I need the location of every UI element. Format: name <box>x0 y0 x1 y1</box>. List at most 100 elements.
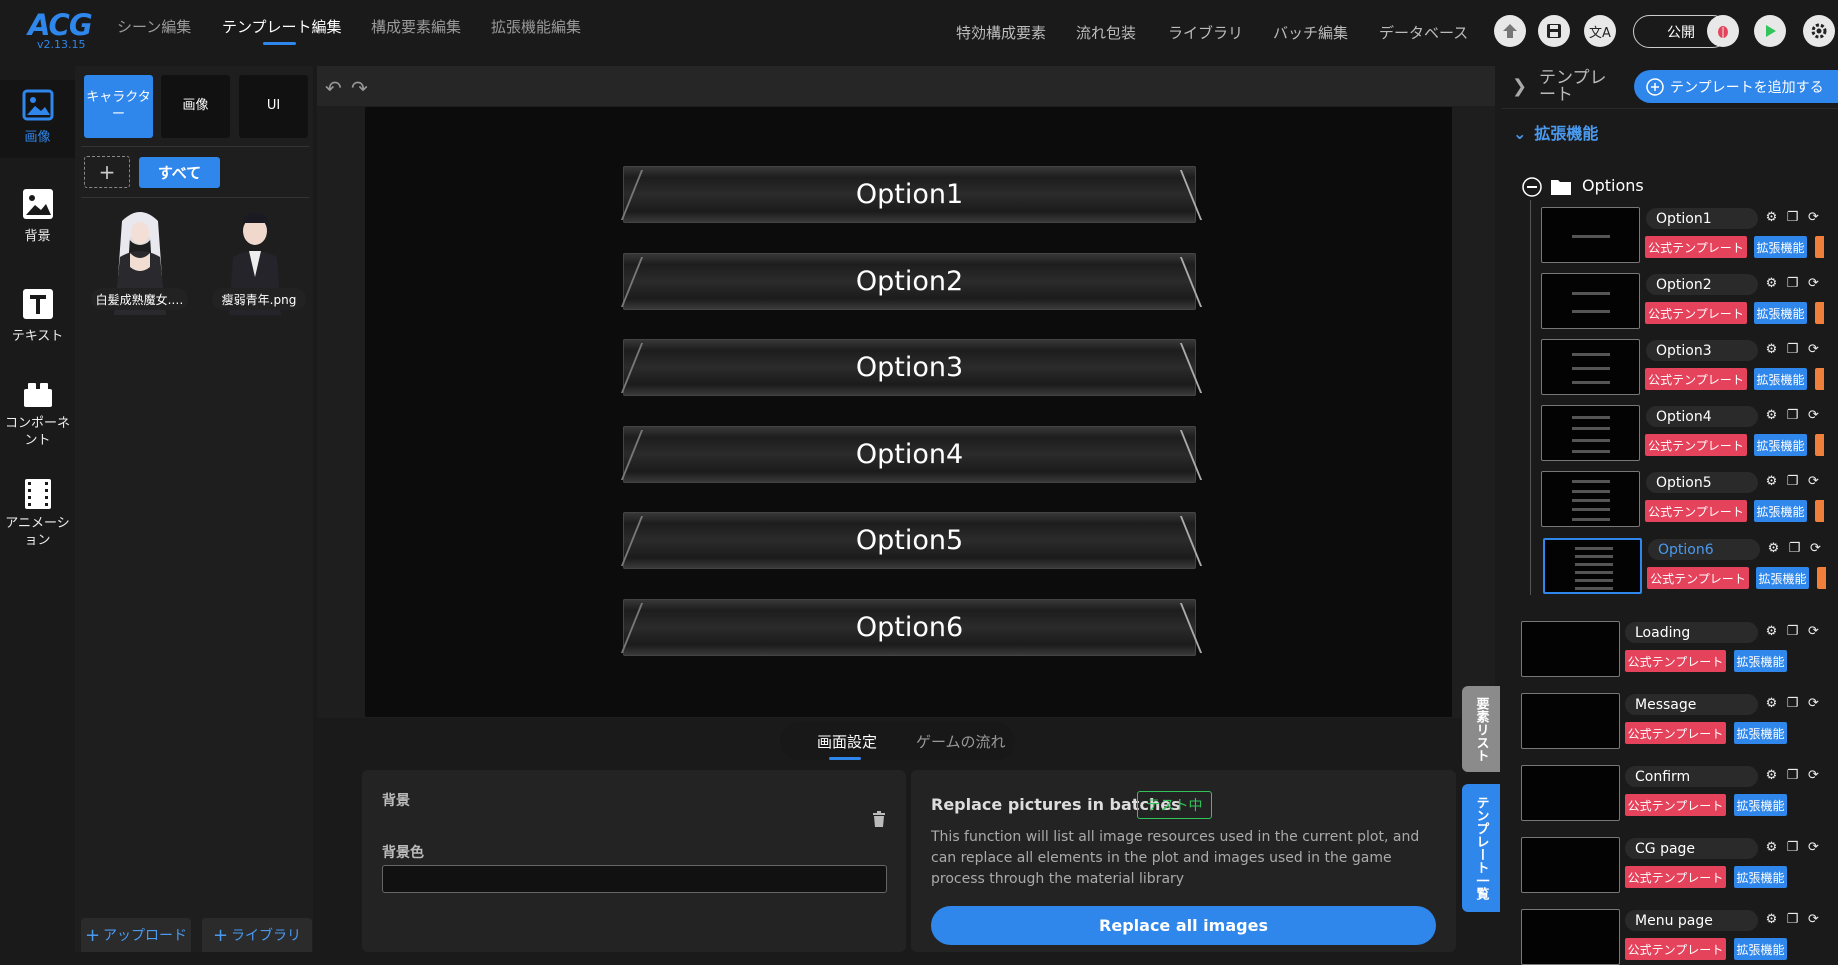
tab-screen-settings[interactable]: 画面設定 <box>817 731 877 752</box>
translate-icon[interactable]: 文A <box>1584 15 1616 47</box>
template-list-tab[interactable]: テンプレート一覧 <box>1462 784 1500 912</box>
copy-icon[interactable]: ❐ <box>1785 912 1800 927</box>
copy-icon[interactable]: ❐ <box>1787 541 1802 556</box>
gear-icon[interactable]: ⚙ <box>1764 276 1779 291</box>
template-thumb[interactable] <box>1521 621 1620 677</box>
refresh-icon[interactable]: ⟳ <box>1806 210 1821 225</box>
element-list-tab[interactable]: 要素リスト <box>1462 686 1500 772</box>
template-thumb[interactable] <box>1521 693 1620 749</box>
category-tab-character[interactable]: キャラクター <box>84 75 153 138</box>
copy-icon[interactable]: ❐ <box>1785 210 1800 225</box>
tab-component-edit[interactable]: 構成要素編集 <box>371 16 461 37</box>
rail-item-background[interactable]: 背景 <box>0 187 75 244</box>
play-icon[interactable] <box>1754 15 1786 47</box>
category-tab-image[interactable]: 画像 <box>161 75 230 138</box>
stage-option-5[interactable]: Option5 <box>620 512 1203 569</box>
template-name[interactable]: Menu page <box>1625 910 1758 931</box>
copy-icon[interactable]: ❐ <box>1785 474 1800 489</box>
template-thumb[interactable] <box>1541 339 1640 395</box>
filter-all-button[interactable]: すべて <box>139 157 220 188</box>
copy-icon[interactable]: ❐ <box>1785 840 1800 855</box>
refresh-icon[interactable]: ⟳ <box>1806 624 1821 639</box>
refresh-icon[interactable]: ⟳ <box>1806 342 1821 357</box>
refresh-icon[interactable]: ⟳ <box>1806 408 1821 423</box>
refresh-icon[interactable]: ⟳ <box>1806 696 1821 711</box>
stage-option-2[interactable]: Option2 <box>620 253 1203 310</box>
rail-item-text[interactable]: テキスト <box>0 287 75 344</box>
upload-icon[interactable] <box>1494 15 1526 47</box>
stage-option-1[interactable]: Option1 <box>620 166 1203 223</box>
template-thumb[interactable] <box>1541 405 1640 461</box>
copy-icon[interactable]: ❐ <box>1785 624 1800 639</box>
copy-icon[interactable]: ❐ <box>1785 408 1800 423</box>
tab-game-flow[interactable]: ゲームの流れ <box>916 731 1006 752</box>
gear-icon[interactable]: ⚙ <box>1764 210 1779 225</box>
template-thumb[interactable] <box>1541 207 1640 263</box>
bug-icon[interactable] <box>1707 15 1739 47</box>
template-name[interactable]: Option4 <box>1646 406 1758 427</box>
gear-icon[interactable]: ⚙ <box>1764 840 1779 855</box>
chevron-right-icon[interactable]: ❯ <box>1512 76 1527 97</box>
template-thumb[interactable] <box>1543 538 1642 594</box>
add-template-button[interactable]: テンプレートを追加する <box>1634 70 1838 103</box>
gear-icon[interactable]: ⚙ <box>1764 912 1779 927</box>
category-tab-ui[interactable]: UI <box>239 75 308 138</box>
replace-all-images-button[interactable]: Replace all images <box>931 906 1436 945</box>
tab-extension-edit[interactable]: 拡張機能編集 <box>491 16 581 37</box>
template-name[interactable]: Option6 <box>1648 539 1760 560</box>
refresh-icon[interactable]: ⟳ <box>1806 912 1821 927</box>
refresh-icon[interactable]: ⟳ <box>1806 276 1821 291</box>
app-logo[interactable]: ACG <box>28 8 93 42</box>
template-thumb[interactable] <box>1541 471 1640 527</box>
template-thumb[interactable] <box>1541 273 1640 329</box>
extension-section-header[interactable]: ⌄ 拡張機能 <box>1513 120 1598 144</box>
template-name[interactable]: CG page <box>1625 838 1758 859</box>
stage-option-6[interactable]: Option6 <box>620 599 1203 656</box>
refresh-icon[interactable]: ⟳ <box>1806 840 1821 855</box>
gear-icon[interactable]: ⚙ <box>1764 624 1779 639</box>
template-thumb[interactable] <box>1521 909 1620 965</box>
gear-icon[interactable]: ⚙ <box>1764 768 1779 783</box>
gear-icon[interactable]: ⚙ <box>1764 696 1779 711</box>
template-name[interactable]: Option2 <box>1646 274 1758 295</box>
nav-flow-package[interactable]: 流れ包装 <box>1076 22 1136 43</box>
stage-option-4[interactable]: Option4 <box>620 426 1203 483</box>
template-thumb[interactable] <box>1521 837 1620 893</box>
undo-icon[interactable]: ↶ <box>325 76 342 100</box>
copy-icon[interactable]: ❐ <box>1785 342 1800 357</box>
tab-template-edit[interactable]: テンプレート編集 <box>222 16 342 37</box>
template-name[interactable]: Message <box>1625 694 1758 715</box>
template-name[interactable]: Confirm <box>1625 766 1758 787</box>
template-name[interactable]: Option3 <box>1646 340 1758 361</box>
background-color-field[interactable] <box>382 865 887 893</box>
refresh-icon[interactable]: ⟳ <box>1806 474 1821 489</box>
add-folder-button[interactable]: + <box>84 156 130 188</box>
settings-gear-icon[interactable] <box>1803 15 1835 47</box>
trash-icon[interactable] <box>872 811 886 831</box>
template-name[interactable]: Option1 <box>1646 208 1758 229</box>
refresh-icon[interactable]: ⟳ <box>1808 541 1823 556</box>
rail-item-animation[interactable]: アニメーション <box>0 477 75 549</box>
nav-database[interactable]: データベース <box>1379 22 1468 43</box>
gear-icon[interactable]: ⚙ <box>1764 474 1779 489</box>
library-button[interactable]: + ライブラリ <box>202 918 312 952</box>
gear-icon[interactable]: ⚙ <box>1764 408 1779 423</box>
save-icon[interactable] <box>1538 15 1570 47</box>
template-thumb[interactable] <box>1521 765 1620 821</box>
nav-library[interactable]: ライブラリ <box>1168 22 1243 43</box>
upload-button[interactable]: + アップロード <box>81 918 191 952</box>
collapse-minus-icon[interactable] <box>1522 177 1542 201</box>
gear-icon[interactable]: ⚙ <box>1764 342 1779 357</box>
redo-icon[interactable]: ↷ <box>351 76 368 100</box>
template-name[interactable]: Option5 <box>1646 472 1758 493</box>
tab-scene-edit[interactable]: シーン編集 <box>117 16 191 37</box>
refresh-icon[interactable]: ⟳ <box>1806 768 1821 783</box>
gear-icon[interactable]: ⚙ <box>1766 541 1781 556</box>
rail-item-image[interactable]: 画像 <box>0 88 75 145</box>
copy-icon[interactable]: ❐ <box>1785 768 1800 783</box>
template-name[interactable]: Loading <box>1625 622 1758 643</box>
stage-option-3[interactable]: Option3 <box>620 339 1203 396</box>
copy-icon[interactable]: ❐ <box>1785 276 1800 291</box>
nav-batch-edit[interactable]: バッチ編集 <box>1273 22 1348 43</box>
rail-item-component[interactable]: コンポーネント <box>0 377 75 449</box>
